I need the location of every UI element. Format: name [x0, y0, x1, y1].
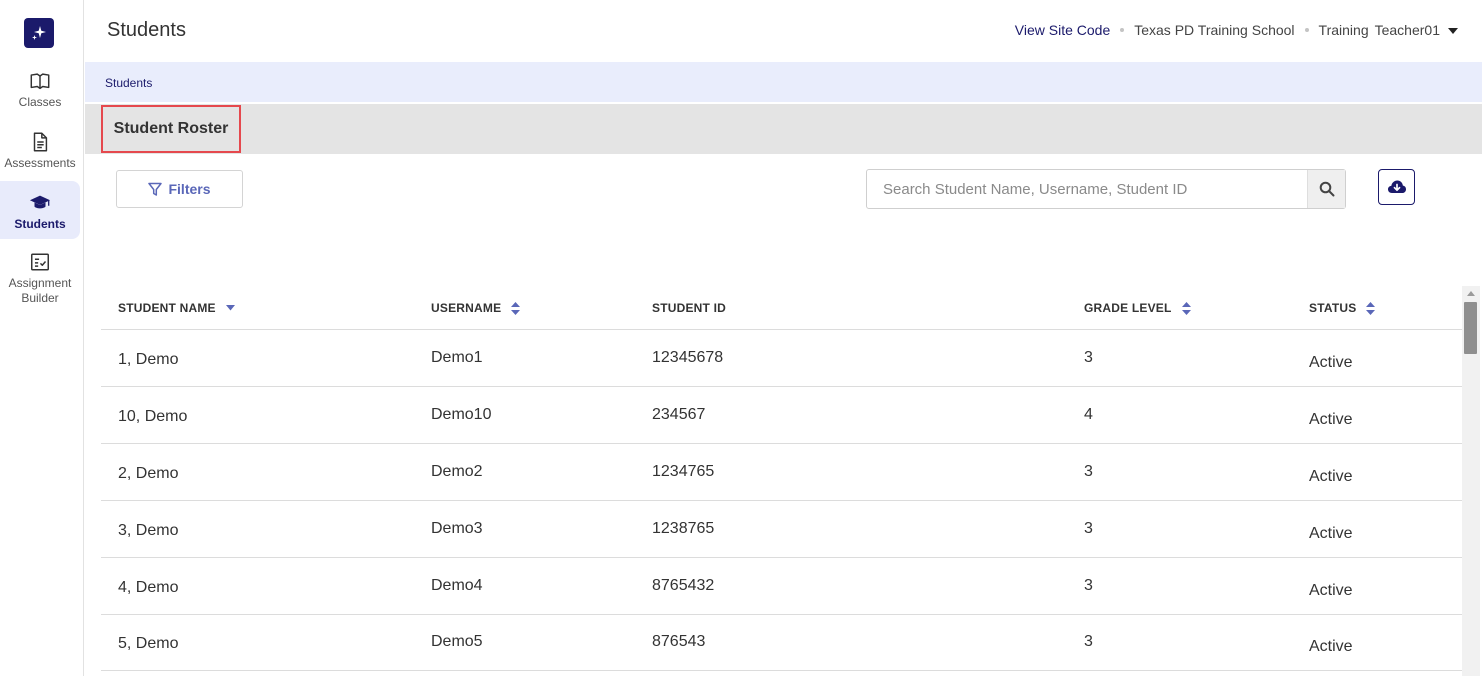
scrollbar-thumb[interactable]	[1464, 302, 1477, 354]
download-button[interactable]	[1378, 169, 1415, 205]
sort-icon	[1366, 301, 1376, 315]
cell-student-name: 5, Demo	[118, 635, 179, 652]
cell-student-id: 1234765	[652, 463, 715, 480]
cell-username: Demo4	[431, 577, 483, 594]
search-button[interactable]	[1307, 170, 1345, 208]
sidebar-item-label: Classes	[18, 95, 62, 109]
user-first-name: Training	[1318, 22, 1369, 38]
sidebar-item-classes[interactable]: Classes	[0, 70, 80, 110]
sort-desc-icon	[225, 305, 235, 311]
section-title-highlight: Student Roster	[101, 105, 241, 153]
cell-status: Active	[1309, 638, 1353, 655]
sort-icon	[1181, 301, 1191, 315]
school-name: Texas PD Training School	[1134, 22, 1295, 38]
document-icon	[33, 132, 48, 152]
breadcrumb[interactable]: Students	[105, 76, 152, 90]
table-row[interactable]: 3, Demo Demo3 1238765 3 Active	[101, 501, 1462, 558]
table-row[interactable]: 5, Demo Demo5 876543 3 Active	[101, 614, 1462, 671]
page-title: Students	[107, 19, 186, 41]
filter-icon	[148, 182, 163, 196]
sort-icon	[511, 301, 521, 315]
student-roster-table: STUDENT NAME USERNAME STUDENT ID GRADE L…	[101, 286, 1462, 676]
cell-username: Demo5	[431, 633, 483, 650]
column-label: STUDENT NAME	[118, 301, 216, 315]
column-header-username[interactable]: USERNAME	[431, 301, 521, 315]
section-title: Student Roster	[113, 120, 229, 137]
view-site-code-link[interactable]: View Site Code	[1015, 22, 1110, 38]
table-row[interactable]: 1, Demo Demo1 12345678 3 Active	[101, 330, 1462, 387]
filters-label: Filters	[168, 181, 211, 197]
table-row[interactable]: 2, Demo Demo2 1234765 3 Active	[101, 444, 1462, 501]
column-header-grade-level[interactable]: GRADE LEVEL	[1084, 301, 1191, 315]
cell-username: Demo10	[431, 406, 492, 423]
sidebar-item-label: Students	[14, 217, 66, 231]
cell-status: Active	[1309, 525, 1353, 542]
cell-grade-level: 3	[1084, 349, 1093, 366]
table-scrollbar[interactable]	[1462, 286, 1480, 676]
column-header-student-id: STUDENT ID	[652, 301, 726, 315]
cell-student-name: 1, Demo	[118, 351, 179, 368]
cell-grade-level: 3	[1084, 463, 1093, 480]
cell-status: Active	[1309, 354, 1353, 371]
sidebar: Classes Assessments Students Assignment …	[0, 0, 84, 676]
table-header: STUDENT NAME USERNAME STUDENT ID GRADE L…	[101, 286, 1462, 330]
user-menu-caret-icon[interactable]	[1448, 28, 1458, 34]
cell-student-id: 12345678	[652, 349, 724, 366]
user-last-name: Teacher01	[1374, 22, 1440, 38]
cell-student-id: 876543	[652, 633, 706, 650]
sidebar-item-assignment-builder[interactable]: Assignment Builder	[0, 251, 80, 306]
cell-status: Active	[1309, 411, 1353, 428]
cell-grade-level: 4	[1084, 406, 1093, 423]
cell-status: Active	[1309, 468, 1353, 485]
column-header-status[interactable]: STATUS	[1309, 301, 1376, 315]
table-row[interactable]: 10, Demo Demo10 234567 4 Active	[101, 387, 1462, 444]
table-row[interactable]: 4, Demo Demo4 8765432 3 Active	[101, 558, 1462, 615]
cell-grade-level: 3	[1084, 520, 1093, 537]
column-label: GRADE LEVEL	[1084, 301, 1172, 315]
sidebar-item-assessments[interactable]: Assessments	[0, 131, 80, 171]
cell-status: Active	[1309, 582, 1353, 599]
separator-dot	[1304, 28, 1309, 32]
separator-dot	[1120, 28, 1125, 32]
top-bar: Students View Site Code Texas PD Trainin…	[85, 0, 1482, 62]
cell-username: Demo3	[431, 520, 483, 537]
breadcrumb-bar: Students	[85, 62, 1482, 102]
cell-grade-level: 3	[1084, 633, 1093, 650]
cloud-download-icon	[1387, 180, 1406, 193]
cell-grade-level: 3	[1084, 577, 1093, 594]
app-logo[interactable]	[24, 18, 54, 48]
search-box	[866, 169, 1346, 209]
cell-student-name: 3, Demo	[118, 522, 179, 539]
column-label: STATUS	[1309, 301, 1357, 315]
cell-username: Demo2	[431, 463, 483, 480]
sparkle-icon	[32, 26, 46, 40]
search-input[interactable]	[867, 170, 1307, 208]
column-label: STUDENT ID	[652, 301, 726, 315]
cell-student-id: 8765432	[652, 577, 715, 594]
sidebar-item-students[interactable]: Students	[0, 181, 80, 239]
cell-student-name: 4, Demo	[118, 579, 179, 596]
search-icon	[1319, 181, 1334, 197]
filters-button[interactable]: Filters	[116, 170, 243, 208]
sidebar-item-label: Assessments	[4, 156, 76, 170]
column-label: USERNAME	[431, 301, 502, 315]
app-root: Classes Assessments Students Assignment …	[0, 0, 1482, 676]
column-header-student-name[interactable]: STUDENT NAME	[118, 301, 235, 315]
section-header: Student Roster	[85, 104, 1482, 154]
cell-student-id: 1238765	[652, 520, 715, 537]
scroll-up-arrow-icon[interactable]	[1467, 291, 1475, 296]
book-open-icon	[30, 73, 50, 90]
sidebar-item-label: Assignment Builder	[8, 276, 72, 305]
cell-student-name: 2, Demo	[118, 465, 179, 482]
cell-username: Demo1	[431, 349, 483, 366]
cell-student-name: 10, Demo	[118, 408, 188, 425]
checklist-icon	[31, 253, 49, 271]
graduation-cap-icon	[29, 195, 51, 209]
cell-student-id: 234567	[652, 406, 706, 423]
header-right: View Site Code Texas PD Training School …	[1015, 22, 1458, 38]
